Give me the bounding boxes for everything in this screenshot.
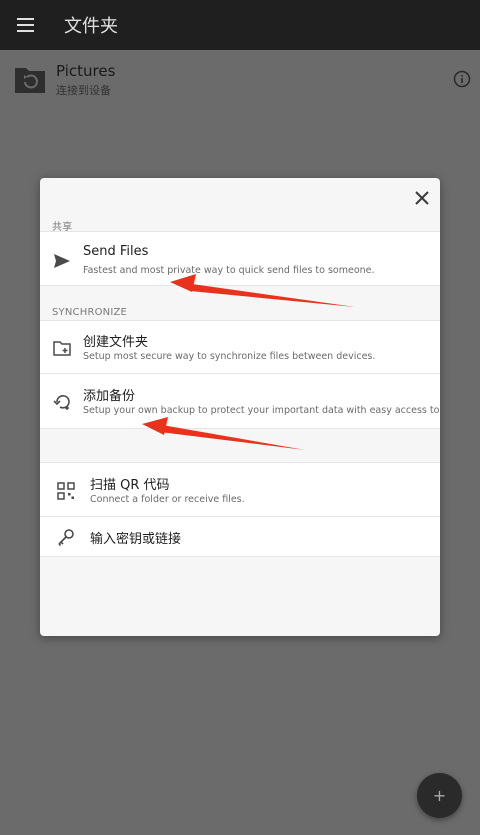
- info-icon[interactable]: [452, 69, 472, 89]
- item-subtitle: Connect a folder or receive files.: [90, 494, 245, 505]
- item-subtitle: Setup your own backup to protect your im…: [83, 405, 440, 416]
- close-icon[interactable]: [410, 186, 434, 210]
- add-fab-button[interactable]: +: [417, 773, 462, 818]
- item-title: 扫描 QR 代码: [90, 478, 170, 493]
- qr-code-icon: [57, 482, 75, 500]
- key-icon: [58, 529, 74, 547]
- create-folder-icon: [53, 341, 71, 356]
- section-label-synchronize: SYNCHRONIZE: [52, 307, 128, 318]
- enter-key-item[interactable]: 输入密钥或链接: [40, 517, 440, 557]
- create-folder-item[interactable]: 创建文件夹 Setup most secure way to synchroni…: [40, 320, 440, 374]
- app-bar: 文件夹: [0, 0, 480, 50]
- folder-row[interactable]: Pictures 连接到设备: [0, 50, 480, 110]
- hamburger-menu-icon[interactable]: [14, 13, 40, 37]
- folder-name: Pictures: [56, 62, 116, 80]
- send-icon: [54, 254, 70, 268]
- folder-sync-icon: [15, 68, 45, 93]
- item-title: 输入密钥或链接: [90, 532, 182, 547]
- item-title: 创建文件夹: [83, 335, 149, 350]
- folder-status: 连接到设备: [56, 84, 111, 97]
- app-title: 文件夹: [64, 16, 118, 37]
- item-title: 添加备份: [83, 389, 136, 404]
- item-subtitle: Setup most secure way to synchronize fil…: [83, 351, 376, 362]
- action-dialog: 共享 Send Files Fastest and most private w…: [40, 178, 440, 636]
- scan-qr-item[interactable]: 扫描 QR 代码 Connect a folder or receive fil…: [40, 462, 440, 517]
- item-title: Send Files: [83, 244, 149, 259]
- send-files-item[interactable]: Send Files Fastest and most private way …: [40, 231, 440, 286]
- backup-restore-icon: [53, 395, 70, 410]
- add-backup-item[interactable]: 添加备份 Setup your own backup to protect yo…: [40, 374, 440, 429]
- item-subtitle: Fastest and most private way to quick se…: [83, 265, 375, 276]
